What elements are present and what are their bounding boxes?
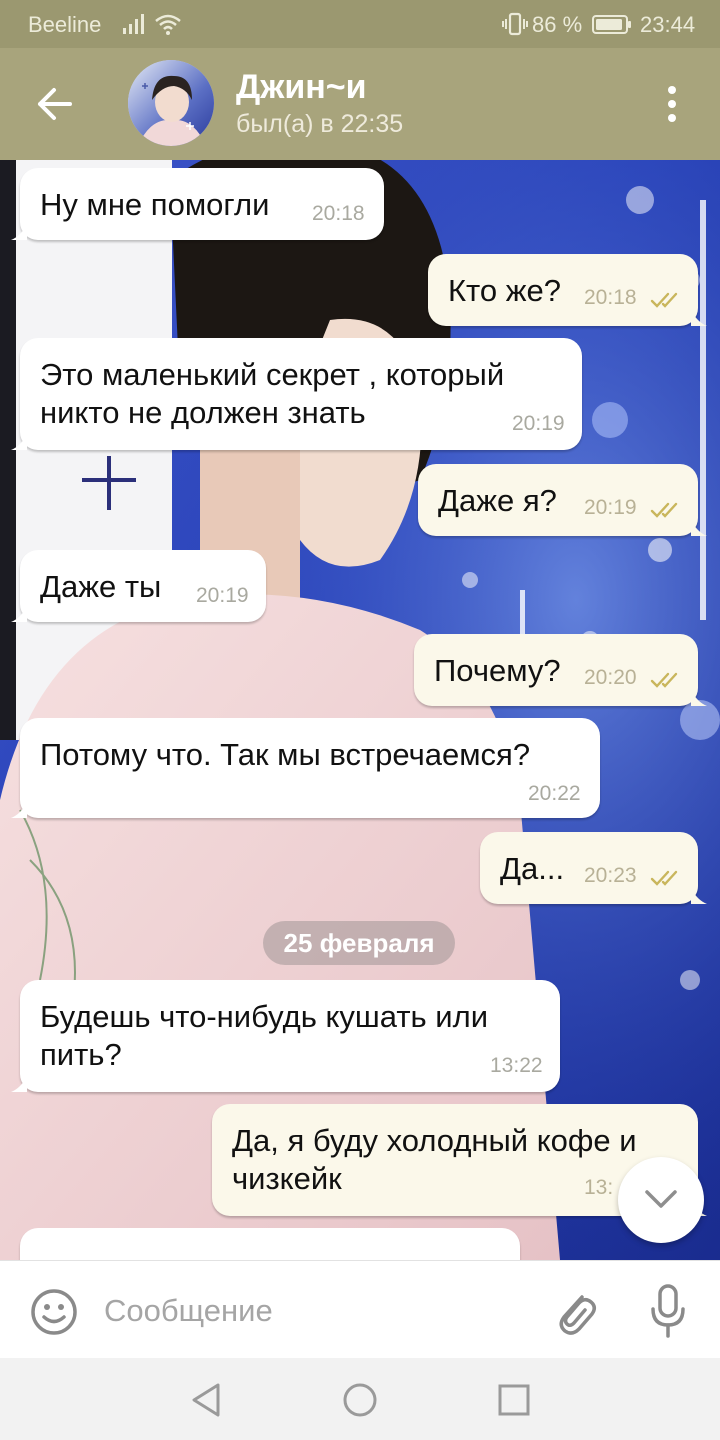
bubble-tail (11, 802, 27, 818)
incoming-message-partial[interactable] (20, 1228, 520, 1260)
nav-back-icon[interactable] (186, 1380, 226, 1420)
message-line: Кто же? (448, 273, 561, 308)
message-time: 20:19 (584, 496, 637, 519)
message-text: Да, я буду холодный кофе и чизкейк (232, 1122, 637, 1198)
message-text: Даже я? (438, 482, 557, 520)
nav-recents-icon[interactable] (494, 1380, 534, 1420)
message-line: Потому что. Так мы встречаемся? (40, 737, 531, 772)
message-text: Ну мне помогли (40, 186, 269, 224)
message-line: Да, я буду холодный кофе и (232, 1123, 637, 1158)
message-time: 20:18 (312, 202, 365, 225)
read-checkmarks-icon (650, 502, 678, 518)
message-line: Будешь что-нибудь кушать или (40, 999, 489, 1034)
message-time: 20:19 (196, 584, 249, 607)
bubble-tail (691, 888, 707, 904)
message-text: Будешь что-нибудь кушать или пить? (40, 998, 488, 1074)
emoji-icon[interactable] (30, 1288, 78, 1336)
date-separator: 25 февраля (263, 921, 455, 965)
message-text: Это маленький секрет , который никто не д… (40, 356, 504, 432)
chat-header: Джин~и был(а) в 22:35 (0, 48, 720, 160)
read-checkmarks-icon (650, 292, 678, 308)
incoming-message[interactable]: Даже ты 20:19 (11, 550, 266, 622)
incoming-message[interactable]: Это маленький секрет , который никто не д… (11, 338, 582, 450)
bubble-tail (691, 520, 707, 536)
nav-home-icon[interactable] (340, 1380, 380, 1420)
bubble-tail (11, 1076, 27, 1092)
message-input[interactable]: Сообщение (104, 1285, 524, 1337)
message-text: Да... (500, 850, 564, 888)
bubble-tail (11, 224, 27, 240)
message-input-bar: Сообщение (0, 1260, 720, 1358)
message-time: 20:23 (584, 864, 637, 887)
vibrate-icon (502, 12, 528, 36)
message-text: Даже ты (40, 568, 161, 606)
read-checkmarks-icon (650, 870, 678, 886)
wifi-icon (155, 14, 181, 35)
mic-icon[interactable] (648, 1283, 688, 1339)
message-time: 20:19 (512, 412, 565, 435)
message-text: Кто же? (448, 272, 561, 310)
carrier-name: Beeline (28, 12, 102, 37)
incoming-message[interactable]: Ну мне помогли 20:18 (11, 168, 384, 240)
outgoing-message[interactable]: Почему? 20:20 (414, 634, 707, 706)
last-seen-status: был(а) в 22:35 (236, 110, 404, 138)
incoming-message[interactable]: Потому что. Так мы встречаемся? 20:22 (11, 718, 600, 818)
outgoing-message[interactable]: Кто же? 20:18 (428, 254, 707, 326)
message-line: Это маленький секрет , который (40, 357, 505, 392)
incoming-message[interactable]: Будешь что-нибудь кушать или пить? 13:22 (11, 980, 560, 1092)
message-time: 20:18 (584, 286, 637, 309)
message-line: Даже я? (438, 483, 557, 518)
bubble-tail (691, 690, 707, 706)
signal-icon (123, 14, 144, 34)
bubble-tail (691, 310, 707, 326)
attach-icon[interactable] (552, 1285, 598, 1337)
status-clock: 23:44 (640, 12, 696, 37)
scroll-down-button[interactable] (618, 1157, 704, 1243)
outgoing-message[interactable]: Да... 20:23 (480, 832, 707, 904)
contact-avatar[interactable] (128, 60, 214, 146)
message-text: Почему? (434, 652, 561, 690)
message-line: Да... (500, 851, 565, 886)
bubble-tail (11, 434, 27, 450)
system-nav-bar (0, 1358, 720, 1440)
message-line: чизкейк (232, 1161, 342, 1196)
message-line: Даже ты (40, 569, 162, 604)
more-vert-icon[interactable] (654, 82, 690, 126)
outgoing-message[interactable]: Даже я? 20:19 (418, 464, 707, 536)
contact-name[interactable]: Джин~и (236, 68, 367, 107)
read-checkmarks-icon (650, 672, 678, 688)
chevron-down-icon (645, 1190, 677, 1208)
message-line: пить? (40, 1037, 122, 1072)
message-time: 13:22 (490, 1054, 543, 1077)
battery-icon (592, 15, 631, 34)
chat-area[interactable]: Ну мне помогли 20:18 Кто же? 20:18 Это мален… (0, 160, 720, 1260)
battery-percent: 86 % (532, 12, 583, 37)
message-line: никто не должен знать (40, 395, 366, 430)
message-line: Ну мне помогли (40, 187, 270, 222)
bubble-tail (11, 606, 27, 622)
back-arrow-icon[interactable] (34, 84, 76, 124)
message-text: Потому что. Так мы встречаемся? (40, 736, 530, 774)
status-bar: Beeline 86 % 23:44 (0, 0, 720, 48)
message-line: Почему? (434, 653, 561, 688)
message-time: 20:22 (528, 782, 581, 805)
message-time: 13: (584, 1176, 614, 1199)
message-time: 20:20 (584, 666, 637, 689)
